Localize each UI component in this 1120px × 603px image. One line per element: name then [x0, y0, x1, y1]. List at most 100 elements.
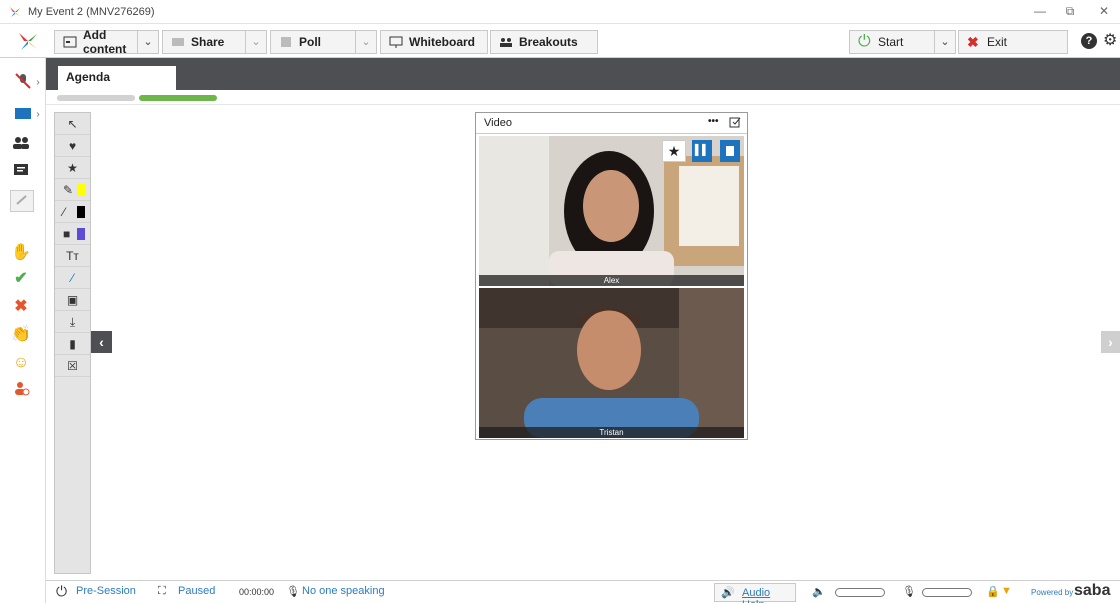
add-content-button[interactable]: Add content — [54, 28, 138, 56]
start-button[interactable]: ⏻ Start — [849, 30, 935, 54]
shape-tool[interactable]: ■ — [55, 223, 90, 245]
stamp-icon: ★ — [67, 161, 78, 175]
restore-button[interactable]: ⧉ — [1056, 2, 1084, 20]
exit-x-icon: ✖ — [967, 34, 979, 50]
camera-expand-icon[interactable]: › — [33, 104, 43, 126]
text-icon: Tт — [66, 249, 79, 263]
pause-video-icon[interactable]: ▌▌ — [692, 140, 712, 162]
speaker-volume-slider[interactable] — [835, 588, 885, 597]
highlighter-tool[interactable]: ✎ — [55, 179, 90, 201]
save-tool[interactable]: ▣ — [55, 289, 90, 311]
video-frame-tristan[interactable]: Tristan — [479, 288, 744, 438]
session-status: Pre-Session — [76, 585, 136, 597]
pen-tool[interactable]: ⁄ — [55, 201, 90, 223]
raise-hand-icon[interactable]: ✋ — [10, 242, 32, 264]
clear-icon: ☒ — [67, 359, 78, 373]
video-pod-header: Video ••• — [476, 113, 747, 134]
speaker-icon: 🔊 — [721, 587, 735, 599]
add-content-icon — [63, 36, 77, 48]
mic-level-icon: 🎙 — [902, 586, 916, 598]
breakouts-button[interactable]: Breakouts — [490, 30, 598, 54]
stamp-tool[interactable]: ★ — [55, 157, 90, 179]
whiteboard-toolbar: ↖ ♥ ★ ✎ ⁄ ■ Tт ⁄ ▣ ⤓ ▮ ☒ — [54, 112, 91, 574]
annotate-icon[interactable] — [10, 190, 34, 212]
attendees-icon[interactable] — [10, 134, 32, 156]
powered-by-label: Powered by — [1031, 588, 1074, 597]
breakouts-icon — [499, 36, 513, 48]
exit-button[interactable]: ✖ Exit — [958, 30, 1068, 54]
step-away-icon[interactable] — [10, 380, 32, 402]
microphone-muted-icon[interactable] — [12, 72, 34, 94]
spotlight-star-icon[interactable]: ★ — [662, 140, 686, 162]
poll-button[interactable]: Poll — [270, 30, 356, 54]
highlighter-color-swatch[interactable] — [77, 184, 85, 196]
agree-check-icon[interactable]: ✔ — [10, 268, 32, 290]
pointer-icon: ↖ — [67, 117, 78, 131]
settings-gear-icon[interactable]: ⚙ — [1103, 30, 1120, 50]
mic-expand-icon[interactable]: › — [33, 72, 43, 94]
tab-agenda[interactable]: Agenda — [58, 66, 176, 90]
shape-color-swatch[interactable] — [77, 228, 85, 240]
save-icon: ▣ — [66, 293, 79, 307]
pen-color-swatch[interactable] — [77, 206, 85, 218]
divider — [46, 104, 1120, 105]
clear-tool[interactable]: ☒ — [55, 355, 90, 377]
session-power-icon: ⏻ — [56, 583, 68, 599]
participant-name-tristan: Tristan — [479, 427, 744, 438]
more-options-icon[interactable]: ••• — [708, 116, 719, 127]
start-label: Start — [878, 35, 904, 49]
minimize-button[interactable]: — — [1026, 2, 1054, 20]
disagree-x-icon[interactable]: ✖ — [10, 296, 32, 318]
left-rail: › › ✋ ✔ ✖ 👏 ☺ — [0, 58, 46, 603]
video-pod: Video ••• ★ ▌▌ Alex Tristan — [475, 112, 748, 440]
camera-icon[interactable] — [12, 104, 34, 126]
delete-tool[interactable]: ▮ — [55, 333, 90, 355]
line-icon: ⁄ — [71, 271, 74, 285]
share-icon — [171, 36, 185, 48]
help-icon[interactable]: ? — [1081, 33, 1097, 49]
share-dropdown[interactable]: ⌄ — [245, 30, 267, 54]
add-content-dropdown[interactable]: ⌄ — [137, 30, 159, 54]
video-frame-alex[interactable]: ★ ▌▌ Alex — [479, 136, 744, 286]
poll-label: Poll — [299, 35, 322, 49]
start-dropdown[interactable]: ⌄ — [934, 30, 956, 54]
whiteboard-label: Whiteboard — [409, 35, 475, 49]
speaking-status: No one speaking — [302, 585, 385, 597]
recording-status[interactable]: Paused — [178, 585, 215, 597]
volume-icon: 🔈 — [812, 586, 826, 598]
main-toolbar: Add content ⌄ Share ⌄ Poll ⌄ Whiteboard … — [0, 24, 1120, 58]
speaker-mic-icon: 🎙 — [286, 586, 300, 598]
highlight-tool[interactable]: ♥ — [55, 135, 90, 157]
close-button[interactable]: ✕ — [1090, 2, 1118, 20]
pointer-tool[interactable]: ↖ — [55, 113, 90, 135]
emoji-icon[interactable]: ☺ — [10, 352, 32, 374]
saba-brand: saba — [1074, 582, 1111, 599]
poll-dropdown[interactable]: ⌄ — [355, 30, 377, 54]
highlight-icon: ♥ — [68, 139, 77, 153]
shape-fill-icon: ■ — [63, 227, 71, 241]
exit-label: Exit — [987, 35, 1008, 49]
applause-icon[interactable]: 👏 — [10, 324, 32, 346]
line-tool[interactable]: ⁄ — [55, 267, 90, 289]
power-icon: ⏻ — [858, 33, 871, 50]
previous-arrow-button[interactable]: ‹ — [91, 331, 112, 353]
saba-logo-icon — [8, 5, 22, 19]
chat-icon[interactable] — [10, 162, 32, 184]
share-button[interactable]: Share — [162, 30, 246, 54]
download-tool[interactable]: ⤓ — [55, 311, 90, 333]
next-arrow-button[interactable]: › — [1101, 331, 1120, 353]
pod-menu-icon[interactable] — [729, 116, 741, 131]
audio-help-button[interactable]: 🔊 Audio Help — [714, 583, 796, 603]
breakouts-label: Breakouts — [519, 35, 578, 49]
mic-volume-slider[interactable] — [922, 588, 972, 597]
window-title: My Event 2 (MNV276269) — [28, 5, 155, 18]
stop-video-icon[interactable] — [720, 140, 740, 162]
pen-icon: ⁄ — [63, 205, 66, 219]
text-tool[interactable]: Tт — [55, 245, 90, 267]
highlighter-icon: ✎ — [63, 183, 74, 197]
whiteboard-icon — [389, 36, 403, 48]
app-window: My Event 2 (MNV276269) — ⧉ ✕ Add content… — [0, 0, 1120, 603]
download-icon: ⤓ — [69, 315, 76, 329]
app-logo-icon — [16, 29, 40, 53]
whiteboard-button[interactable]: Whiteboard — [380, 30, 488, 54]
